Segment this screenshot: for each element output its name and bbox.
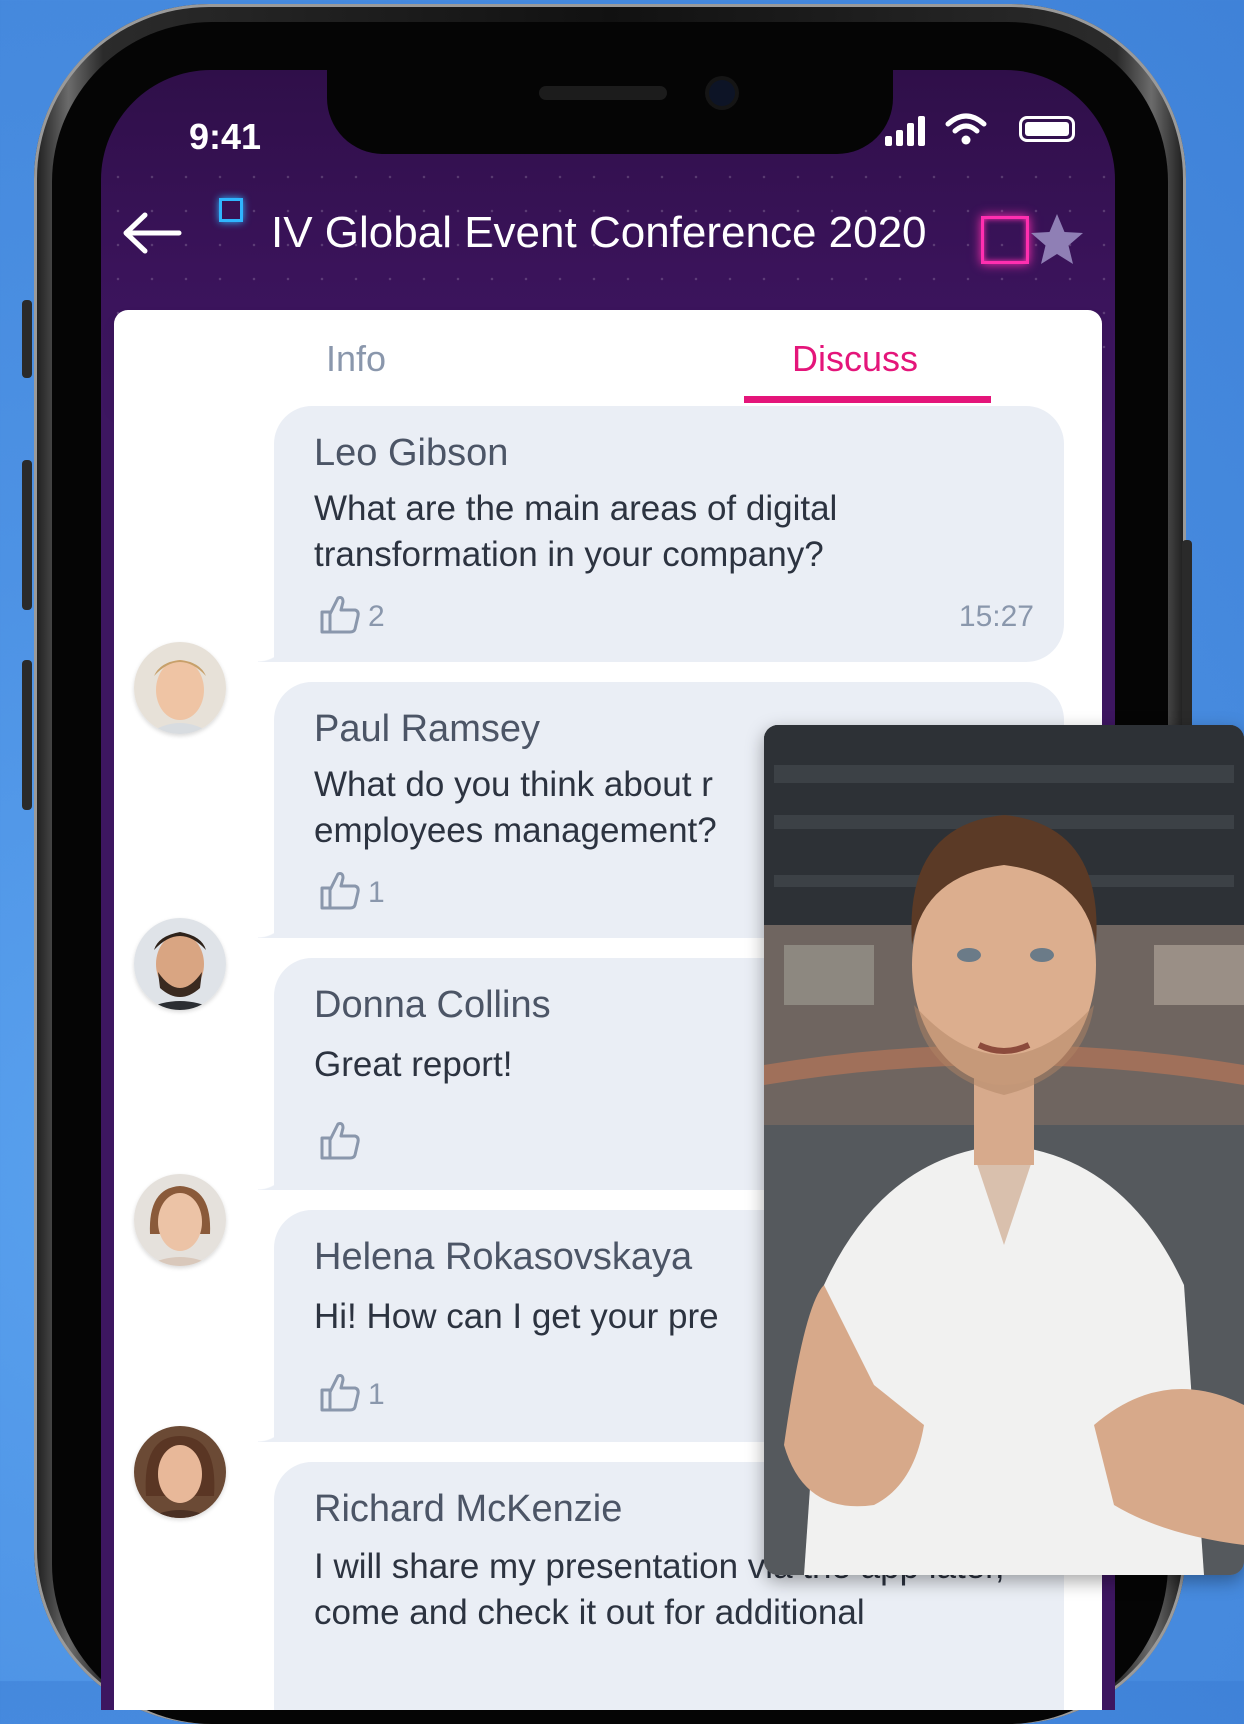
arrow-left-icon[interactable]: [119, 210, 183, 256]
notch: [327, 70, 893, 154]
message-author[interactable]: Richard McKenzie: [314, 1488, 622, 1531]
star-icon[interactable]: [1027, 210, 1087, 270]
avatar[interactable]: [134, 1174, 226, 1266]
tab-info[interactable]: Info: [326, 338, 386, 380]
status-time: 9:41: [189, 116, 262, 157]
page-title: IV Global Event Conference 2020: [271, 208, 927, 257]
speaker-video: [764, 725, 1244, 1575]
status-icons: [885, 110, 1075, 150]
avatar[interactable]: [134, 918, 226, 1010]
thumbs-up-icon[interactable]: [318, 1370, 362, 1414]
message-bubble: Leo Gibson What are the main areas of di…: [258, 406, 1064, 662]
battery-icon: [1019, 116, 1075, 142]
message-author[interactable]: Paul Ramsey: [314, 708, 540, 751]
side-button-left-2: [22, 460, 32, 610]
message-text: What are the main areas of digital trans…: [314, 489, 838, 574]
front-camera: [709, 80, 735, 106]
tab-bar: Info Discuss: [114, 310, 1102, 406]
video-call-window[interactable]: [764, 725, 1244, 1575]
side-button-left-1: [22, 300, 32, 378]
neon-square-decoration: [981, 216, 1029, 264]
like-count: 2: [368, 600, 385, 633]
like-count: 1: [368, 876, 385, 909]
active-tab-indicator: [744, 396, 991, 403]
thumbs-up-icon[interactable]: [318, 1118, 362, 1162]
message-text: Hi! How can I get your pre: [314, 1297, 719, 1336]
avatar[interactable]: [134, 1426, 226, 1518]
message-author[interactable]: Donna Collins: [314, 984, 551, 1027]
avatar[interactable]: [134, 642, 226, 734]
tab-discuss[interactable]: Discuss: [792, 338, 918, 380]
message-author[interactable]: Leo Gibson: [314, 432, 508, 475]
message-time: 15:27: [958, 600, 1034, 633]
thumbs-up-icon[interactable]: [318, 868, 362, 912]
message-text: What do you think about r employees mana…: [314, 765, 717, 850]
wifi-icon: [945, 113, 987, 145]
speaker: [539, 86, 667, 100]
neon-blue-decoration: [219, 198, 243, 222]
like-count: 1: [368, 1378, 385, 1411]
side-button-left-3: [22, 660, 32, 810]
thumbs-up-icon[interactable]: [318, 592, 362, 636]
message-author[interactable]: Helena Rokasovskaya: [314, 1236, 692, 1279]
